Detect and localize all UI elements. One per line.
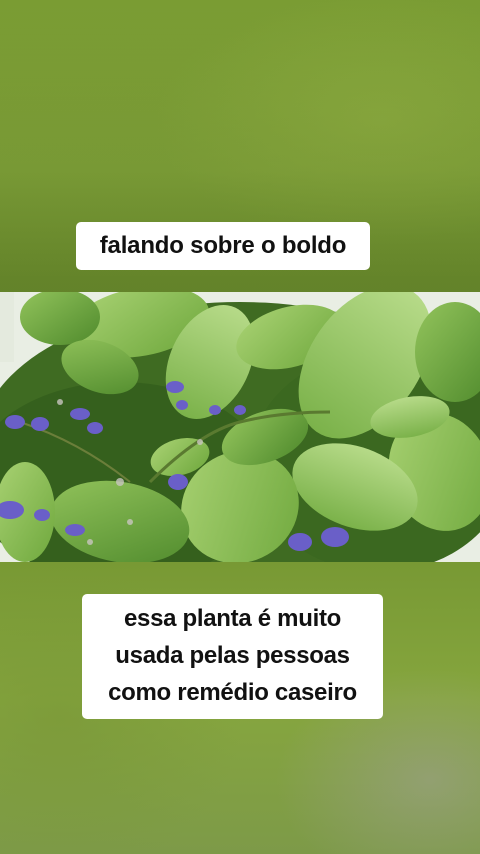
- plant-photo: [0, 292, 480, 562]
- bottom-caption-line-3: como remédio caseiro: [108, 679, 357, 706]
- bottom-caption: essa planta é muito usada pelas pessoas …: [82, 594, 383, 719]
- top-caption: falando sobre o boldo: [76, 222, 370, 270]
- bottom-caption-line-2: usada pelas pessoas: [115, 642, 350, 669]
- bottom-caption-line-1: essa planta é muito: [123, 605, 342, 632]
- top-caption-text: falando sobre o boldo: [99, 232, 347, 259]
- video-frame: falando sobre o boldo essa planta é muit…: [0, 0, 480, 854]
- boldo-plant-icon: [0, 292, 480, 562]
